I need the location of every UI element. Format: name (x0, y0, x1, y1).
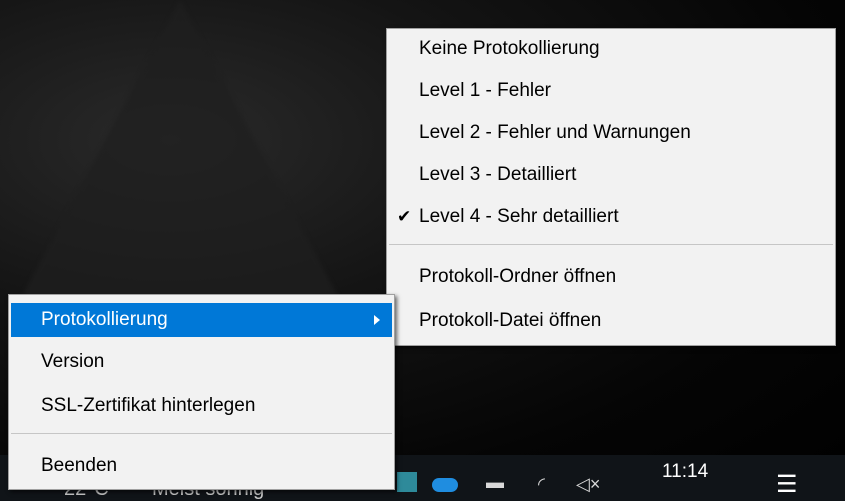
menu-item-label: Level 4 - Sehr detailliert (419, 206, 619, 227)
wallpaper-shape (20, 0, 340, 300)
menu-item-label: Protokollierung (41, 309, 168, 330)
submenu-arrow-icon (374, 315, 380, 325)
menu-item-label: Level 3 - Detailliert (419, 164, 577, 185)
logging-submenu: Keine Protokollierung Level 1 - Fehler L… (386, 28, 836, 346)
menu-item-no-logging[interactable]: Keine Protokollierung (389, 32, 833, 66)
menu-item-label: Level 1 - Fehler (419, 80, 552, 101)
menu-item-level-1[interactable]: Level 1 - Fehler (389, 74, 833, 108)
menu-item-level-4[interactable]: ✔ Level 4 - Sehr detailliert (389, 200, 833, 234)
menu-item-ssl-certificate[interactable]: SSL-Zertifikat hinterlegen (11, 389, 392, 423)
wifi-icon[interactable]: ◜ (538, 474, 545, 495)
menu-item-label: Beenden (41, 455, 118, 476)
clock-time[interactable]: 11:14 (662, 461, 708, 483)
menu-item-label: Version (41, 351, 105, 372)
cloud-icon[interactable] (432, 478, 458, 492)
app-tray-icon[interactable] (397, 472, 417, 492)
menu-item-version[interactable]: Version (11, 345, 392, 379)
menu-item-level-3[interactable]: Level 3 - Detailliert (389, 158, 833, 192)
menu-item-label: Protokoll-Datei öffnen (419, 310, 602, 331)
menu-item-logging[interactable]: Protokollierung (11, 303, 392, 337)
menu-separator (11, 433, 392, 434)
tray-context-menu: Protokollierung Version SSL-Zertifikat h… (8, 294, 395, 490)
notification-icon[interactable]: ☰ (776, 470, 798, 499)
menu-item-open-log-file[interactable]: Protokoll-Datei öffnen (389, 304, 833, 338)
volume-muted-icon[interactable]: ◁× (576, 474, 600, 495)
menu-item-label: SSL-Zertifikat hinterlegen (41, 395, 256, 416)
menu-item-open-log-folder[interactable]: Protokoll-Ordner öffnen (389, 260, 833, 294)
checkmark-icon: ✔ (397, 207, 412, 226)
menu-item-label: Keine Protokollierung (419, 38, 600, 59)
network-icon[interactable]: ▬ (486, 472, 504, 493)
menu-item-exit[interactable]: Beenden (11, 449, 392, 483)
menu-separator (389, 244, 833, 245)
menu-item-label: Protokoll-Ordner öffnen (419, 266, 617, 287)
menu-item-label: Level 2 - Fehler und Warnungen (419, 122, 691, 143)
menu-item-level-2[interactable]: Level 2 - Fehler und Warnungen (389, 116, 833, 150)
